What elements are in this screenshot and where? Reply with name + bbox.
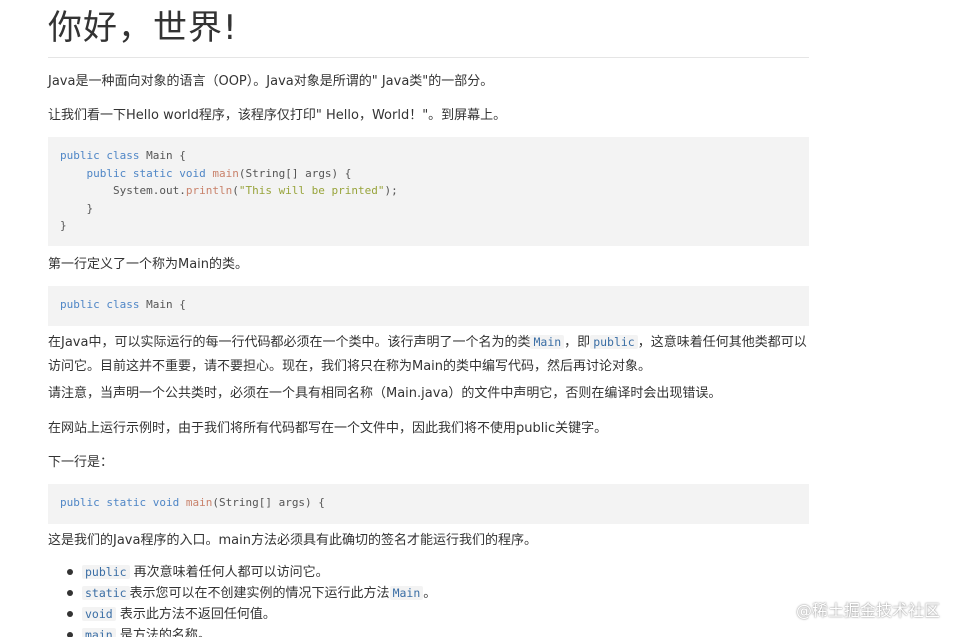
code-keyword: public static void [86, 166, 206, 180]
list-item-text: 。 [423, 586, 437, 601]
code-block-class-decl: public class Main { [48, 286, 809, 326]
list-item-text: 表示此方法不返回任何值。 [115, 607, 276, 622]
code-function: main [179, 496, 213, 509]
code-block-hello-world: public class Main { public static void m… [48, 137, 809, 246]
code-params: (String[] args) { [238, 166, 352, 180]
code-paren: ); [384, 184, 398, 197]
code-line-3: System.out.println("This will be printed… [60, 184, 398, 197]
code-line-4: } [60, 201, 94, 215]
article: 你好，世界! Java是一种面向对象的语言（OOP）。Java对象是所谓的" J… [48, 0, 809, 637]
inline-code-main: Main [530, 335, 565, 349]
list-item: public 再次意味着任何人都可以访问它。 [67, 562, 436, 583]
list-item-text: 是方法的名称。 [115, 628, 211, 637]
list-item: void 表示此方法不返回任何值。 [67, 604, 436, 625]
code-block-main-method: public static void main(String[] args) { [48, 484, 809, 524]
modifier-list: public 再次意味着任何人都可以访问它。 static 表示您可以在不创建实例… [66, 562, 436, 637]
code-object: System.out. [112, 184, 186, 197]
code-function: println [185, 184, 233, 197]
inline-code-public: public [590, 335, 638, 349]
code-string: "This will be printed" [238, 184, 385, 197]
code-keyword: public class [60, 298, 140, 311]
page-title: 你好，世界! [48, 0, 809, 58]
code-class-name: Main { [139, 298, 186, 311]
code-class-name: Main { [139, 149, 186, 162]
inline-code: public [82, 565, 130, 579]
code-function: main [205, 166, 239, 180]
bullet-icon [67, 590, 73, 596]
code-line-2: public static void main(String[] args) { [60, 166, 352, 180]
bullet-icon [67, 632, 73, 637]
next-line-paragraph: 下一行是： [48, 455, 114, 470]
inline-code: main [82, 628, 116, 637]
site-paragraph: 在网站上运行示例时，由于我们将所有代码都写在一个文件中，因此我们将不使用publ… [48, 421, 608, 436]
code-keyword: public class [60, 149, 140, 162]
inline-code: static [82, 586, 130, 600]
code-params: (String[] args) { [212, 496, 325, 509]
inline-code: void [82, 607, 116, 621]
code-paren: ( [232, 184, 239, 197]
hello-world-intro-paragraph: 让我们看一下Hello world程序，该程序仅打印" Hello，World！… [48, 108, 507, 123]
watermark: @稀土掘金技术社区 [795, 601, 940, 620]
bullet-icon [67, 569, 73, 575]
bullet-icon [67, 611, 73, 617]
inline-code: Main [389, 586, 424, 600]
code-line-5: } [60, 219, 67, 232]
list-item-text: 再次意味着任何人都可以访问它。 [129, 565, 329, 580]
list-item-text: 表示您可以在不创建实例的情况下运行此方法 [129, 586, 390, 601]
intro-paragraph: Java是一种面向对象的语言（OOP）。Java对象是所谓的" Java类"的一… [48, 74, 494, 89]
text-segment: 在Java中，可以实际运行的每一行代码都必须在一个类中。该行声明了一个名为的类 [48, 335, 531, 350]
entry-point-paragraph: 这是我们的Java程序的入口。main方法必须具有此确切的签名才能运行我们的程序… [48, 533, 537, 548]
list-item: static 表示您可以在不创建实例的情况下运行此方法 Main。 [67, 583, 437, 604]
first-line-paragraph: 第一行定义了一个称为Main的类。 [48, 257, 249, 272]
list-item: main 是方法的名称。 [67, 625, 436, 637]
note-paragraph: 请注意，当声明一个公共类时，必须在一个具有相同名称（Main.java）的文件中… [48, 386, 722, 401]
code-line-1: public class Main { [60, 149, 186, 162]
in-java-paragraph: 在Java中，可以实际运行的每一行代码都必须在一个类中。该行声明了一个名为的类 M… [48, 330, 809, 379]
code-keyword: public static void [60, 496, 180, 509]
text-segment: ，即 [564, 335, 591, 350]
